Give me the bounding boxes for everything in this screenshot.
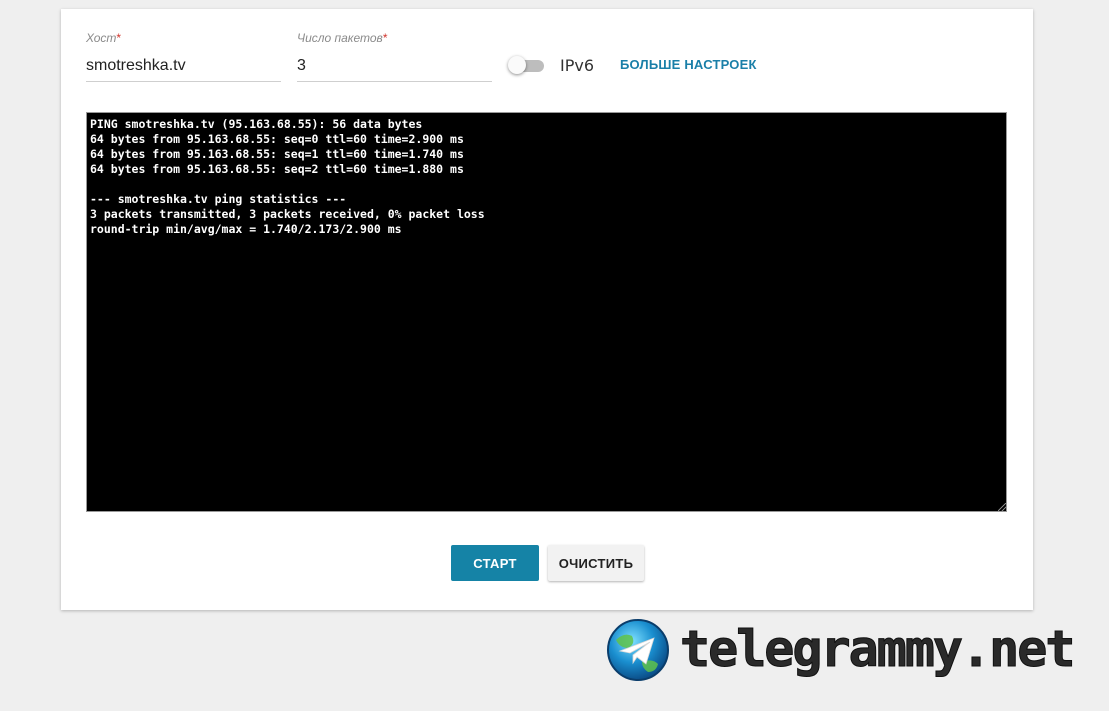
packets-input[interactable] <box>297 51 492 82</box>
more-settings-link[interactable]: БОЛЬШЕ НАСТРОЕК <box>620 57 757 72</box>
packets-label: Число пакетов* <box>297 31 388 45</box>
packets-field: Число пакетов* <box>297 31 492 82</box>
required-mark: * <box>116 31 122 45</box>
ping-tool-card: Хост* Число пакетов* IPv6 БОЛЬШЕ НАСТРОЕ… <box>61 9 1033 610</box>
clear-button[interactable]: ОЧИСТИТЬ <box>548 545 644 581</box>
ping-output-textarea[interactable]: PING smotreshka.tv (95.163.68.55): 56 da… <box>86 112 1007 512</box>
ipv6-toggle[interactable] <box>508 56 544 74</box>
toggle-knob <box>508 56 526 74</box>
watermark: telegrammy.net <box>606 618 1096 684</box>
watermark-text: telegrammy.net <box>679 620 1075 679</box>
telegram-globe-icon <box>607 619 669 681</box>
required-mark: * <box>382 31 388 45</box>
ipv6-label: IPv6 <box>560 56 595 75</box>
host-input[interactable] <box>86 51 281 82</box>
host-field: Хост* <box>86 31 281 82</box>
start-button[interactable]: СТАРТ <box>451 545 539 581</box>
host-label: Хост* <box>86 31 122 45</box>
